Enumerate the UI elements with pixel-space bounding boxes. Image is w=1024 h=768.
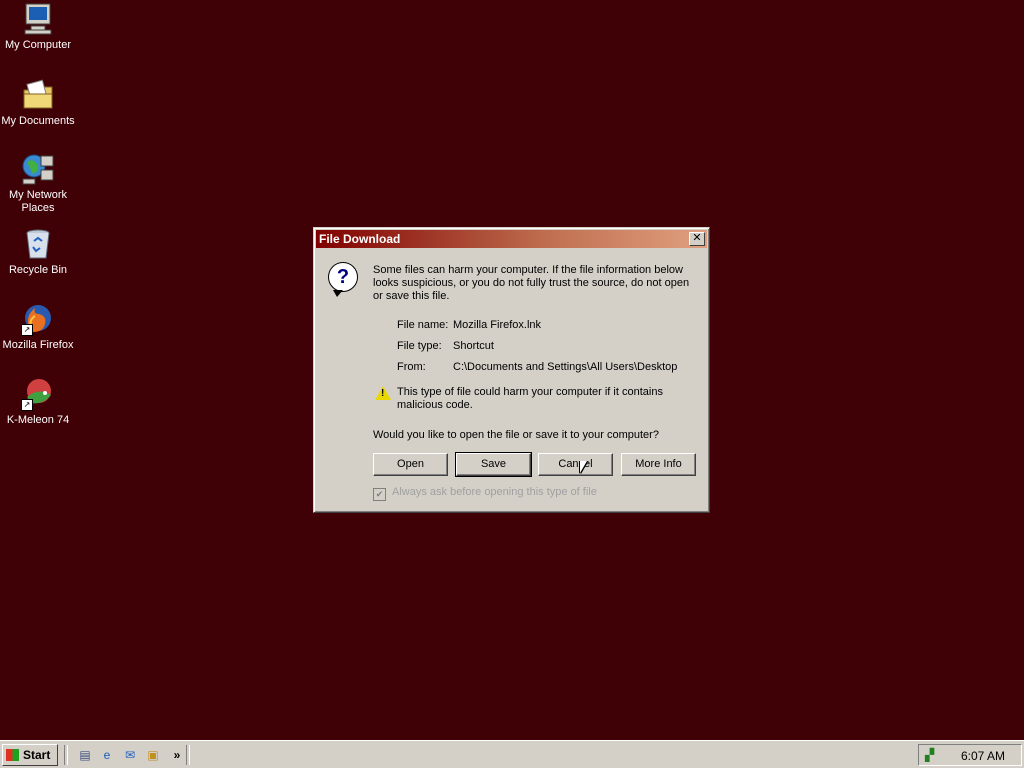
file-type-value: Shortcut	[453, 340, 494, 352]
folder-documents-icon	[21, 78, 55, 112]
file-name-label: File name:	[397, 319, 449, 331]
warning-exclamation-icon: !	[381, 388, 385, 399]
always-ask-checkbox[interactable]: ✔	[373, 488, 386, 501]
taskbar-separator	[186, 745, 190, 765]
taskbar-separator	[64, 745, 68, 765]
desktop-icon-my-network-places[interactable]: My Network Places	[0, 152, 76, 215]
dialog-message: Some files can harm your computer. If th…	[373, 264, 690, 302]
kmeleon-icon: ↗	[21, 377, 55, 411]
cancel-button[interactable]: Cancel	[538, 453, 613, 476]
outlook-express-icon[interactable]: ✉	[123, 748, 137, 762]
windows-logo-icon	[6, 749, 19, 761]
clock[interactable]: 6:07 AM	[961, 749, 1005, 763]
system-tray: ▞ 6:07 AM	[918, 744, 1022, 766]
file-download-dialog: File Download ✕ ? Some files can harm yo…	[313, 227, 710, 513]
desktop-icon-label: K-Meleon 74	[6, 414, 70, 426]
close-button[interactable]: ✕	[689, 232, 705, 246]
warning-text: This type of file could harm your comput…	[397, 386, 663, 411]
desktop-icon-my-computer[interactable]: My Computer	[0, 2, 76, 52]
network-tray-icon[interactable]: ▞	[925, 748, 934, 762]
internet-explorer-icon[interactable]: e	[100, 748, 114, 762]
dialog-titlebar[interactable]: File Download ✕	[316, 230, 707, 248]
desktop-icon-label: My Computer	[4, 39, 72, 51]
from-label: From:	[397, 361, 426, 373]
desktop: My Computer My Documents My Network Plac…	[0, 0, 1024, 740]
desktop-icon-my-documents[interactable]: My Documents	[0, 78, 76, 128]
explorer-icon[interactable]: ▣	[146, 748, 160, 762]
desktop-icon-recycle-bin[interactable]: Recycle Bin	[0, 227, 76, 277]
more-info-button[interactable]: More Info	[621, 453, 696, 476]
recycle-bin-icon	[21, 227, 55, 261]
shortcut-arrow-icon: ↗	[21, 324, 33, 336]
shortcut-arrow-icon: ↗	[21, 399, 33, 411]
close-icon: ✕	[692, 232, 702, 244]
network-places-icon	[21, 152, 55, 186]
save-button[interactable]: Save	[455, 452, 532, 477]
dialog-question: Would you like to open the file or save …	[373, 429, 659, 441]
desktop-icon-mozilla-firefox[interactable]: ↗ Mozilla Firefox	[0, 302, 76, 352]
mouse-pointer-icon	[580, 461, 587, 473]
show-desktop-icon[interactable]: ▤	[78, 748, 92, 762]
always-ask-checkbox-row[interactable]: ✔ Always ask before opening this type of …	[373, 486, 597, 501]
file-name-value: Mozilla Firefox.lnk	[453, 319, 542, 331]
taskbar: Start ▤ e ✉ ▣ » ▞ 6:07 AM	[0, 740, 1024, 768]
quick-launch-chevron-icon[interactable]: »	[170, 748, 184, 762]
always-ask-label: Always ask before opening this type of f…	[392, 486, 597, 498]
start-button[interactable]: Start	[2, 744, 58, 766]
start-label: Start	[23, 748, 51, 762]
desktop-icon-label: Mozilla Firefox	[2, 339, 74, 351]
open-button[interactable]: Open	[373, 453, 448, 476]
from-value: C:\Documents and Settings\All Users\Desk…	[453, 361, 678, 373]
dialog-title: File Download	[319, 232, 401, 246]
computer-icon	[21, 2, 55, 36]
file-type-label: File type:	[397, 340, 442, 352]
desktop-icon-label: My Network Places	[8, 189, 68, 214]
desktop-icon-label: Recycle Bin	[8, 264, 68, 276]
desktop-icon-label: My Documents	[1, 115, 75, 127]
firefox-icon: ↗	[21, 302, 55, 336]
desktop-icon-k-meleon[interactable]: ↗ K-Meleon 74	[0, 377, 76, 427]
question-icon: ?	[328, 262, 358, 297]
